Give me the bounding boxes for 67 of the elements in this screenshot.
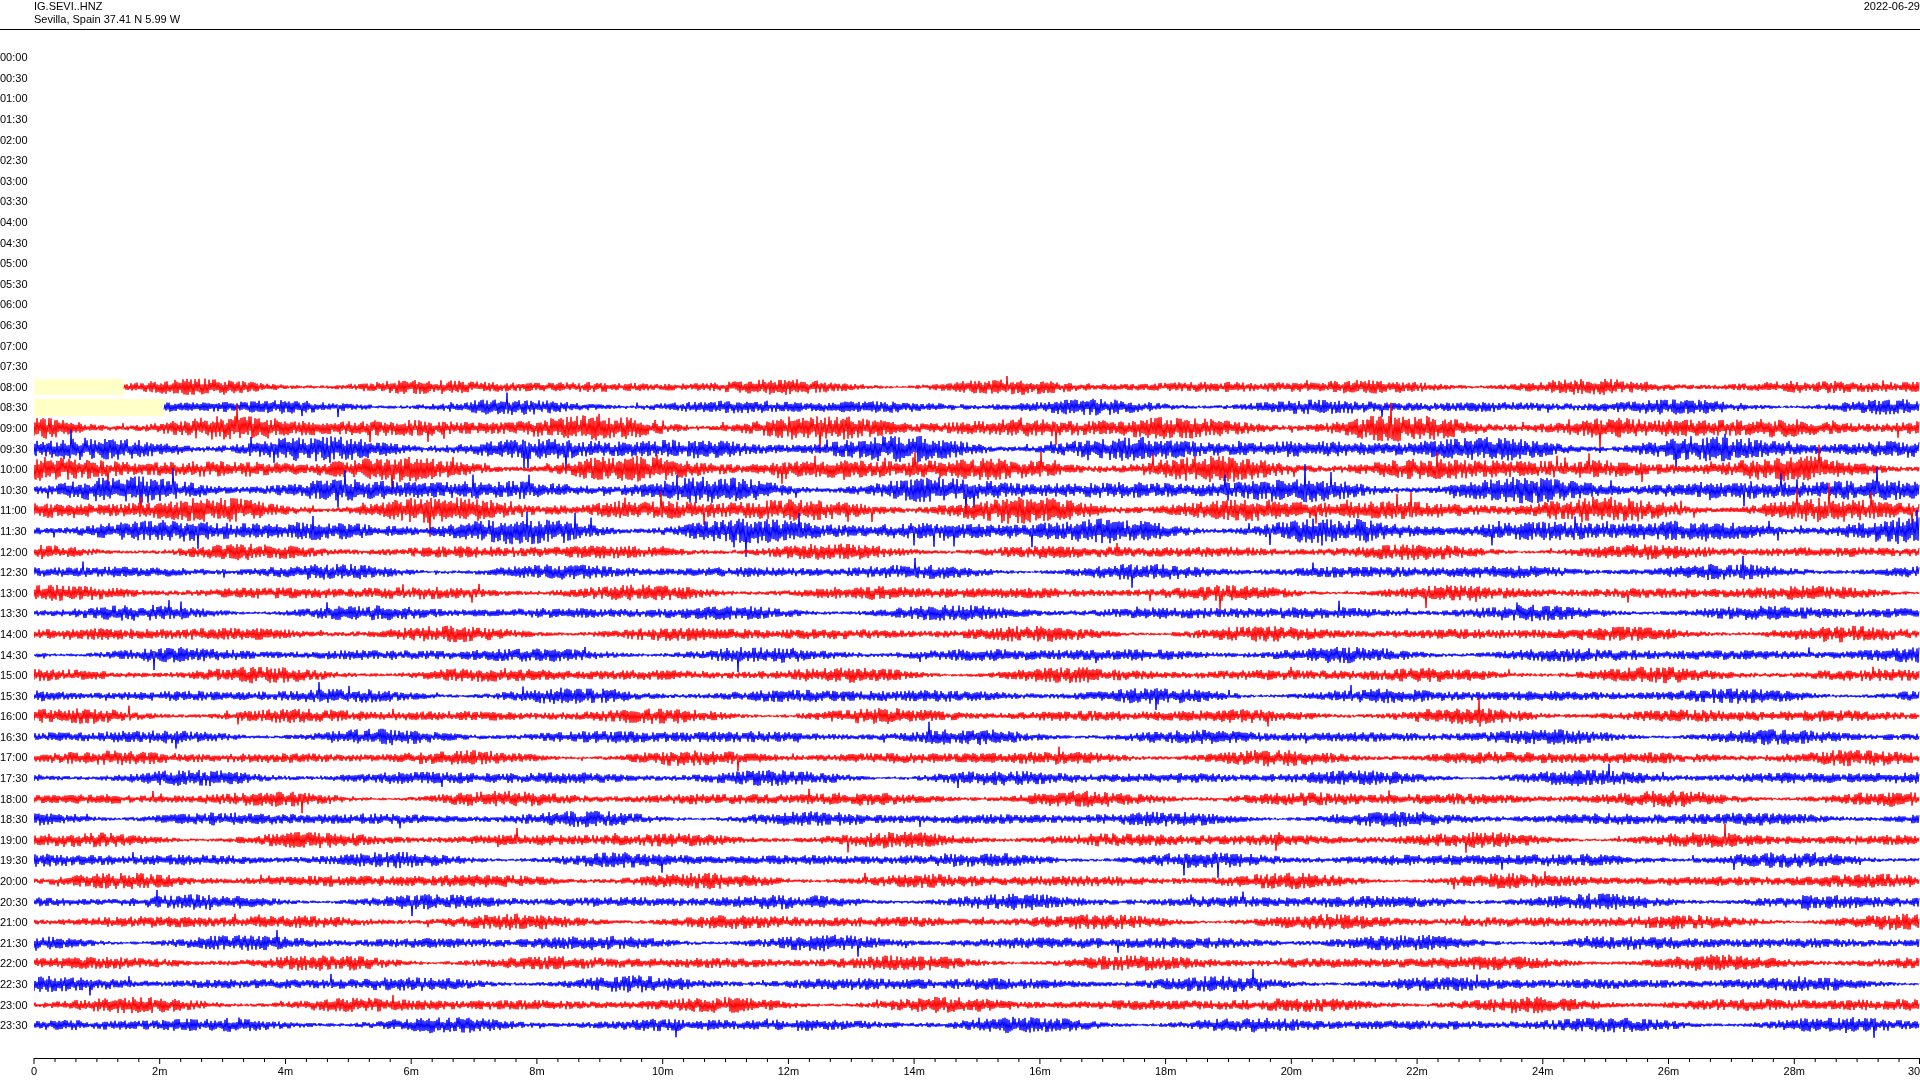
axis-tick-label: 6m [403,1064,419,1077]
axis-tick-label: 24m [1532,1064,1554,1077]
time-label: 01:00 [0,92,29,105]
time-label: 17:30 [0,772,29,785]
time-label: 08:00 [0,380,29,393]
time-label: 18:00 [0,792,29,805]
time-label: 23:00 [0,998,29,1011]
time-label: 11:00 [0,504,28,517]
time-label: 18:30 [0,813,29,826]
time-label: 14:00 [0,627,29,640]
time-label: 00:30 [0,71,29,84]
time-label: 19:00 [0,833,29,846]
axis-tick-label: 16m [1029,1064,1051,1077]
time-label: 07:00 [0,339,29,352]
axis-tick-label: 30 [1907,1064,1920,1077]
axis-tick-label: 12m [777,1064,800,1077]
axis-tick-label: 0 [30,1064,38,1077]
time-label: 02:30 [0,154,29,167]
time-label: 17:00 [0,751,29,764]
time-label: 23:30 [0,1019,29,1032]
time-label: 20:30 [0,895,29,908]
axis-tick-label: 18m [1154,1064,1177,1077]
time-label: 06:00 [0,298,29,311]
time-label: 11:30 [0,524,28,537]
time-label: 00:00 [0,51,29,64]
time-label: 22:00 [0,957,29,970]
axis-tick-label: 22m [1406,1064,1428,1077]
axis-tick-label: 20m [1280,1064,1303,1077]
time-label: 04:00 [0,216,29,229]
time-label: 14:30 [0,648,29,661]
time-label: 03:30 [0,195,29,208]
time-label: 22:30 [0,978,29,990]
time-label: 10:00 [0,463,29,476]
time-label: 03:00 [0,174,29,187]
axis-tick-label: 2m [152,1064,168,1077]
time-label: 20:00 [0,875,29,888]
time-label: 08:30 [0,401,29,414]
time-label: 16:30 [0,730,29,743]
time-label: 21:00 [0,916,29,929]
time-label: 09:30 [0,442,29,455]
axis-tick-label: 8m [529,1064,545,1077]
time-label: 13:00 [0,586,29,599]
time-label: 15:00 [0,669,29,682]
time-label: 07:30 [0,360,29,373]
time-label: 12:00 [0,545,29,558]
time-label: 09:00 [0,422,29,434]
time-label: 06:30 [0,319,29,331]
axis-tick-label: 14m [903,1064,925,1077]
time-label: 12:30 [0,566,29,579]
time-label: 05:30 [0,277,29,290]
station-location: Sevilla, Spain 37.41 N 5.99 W [34,13,181,26]
axis-tick-label: 4m [277,1064,294,1077]
time-label: 19:30 [0,854,29,867]
time-label: 10:30 [0,483,29,496]
time-label: 21:30 [0,936,29,949]
time-label: 01:30 [0,113,29,126]
time-label: 04:30 [0,236,29,249]
time-label: 15:30 [0,689,29,702]
time-label: 16:00 [0,710,29,723]
axis-tick-label: 28m [1783,1064,1805,1077]
date-label: 2022-06-29 [1863,0,1920,13]
time-label: 05:00 [0,257,29,270]
time-label: 02:00 [0,133,29,146]
axis-tick-label: 10m [651,1064,674,1077]
time-label: 13:30 [0,607,29,620]
axis-tick-label: 26m [1657,1064,1680,1077]
station-code: IG.SEVI..HNZ [34,0,104,13]
